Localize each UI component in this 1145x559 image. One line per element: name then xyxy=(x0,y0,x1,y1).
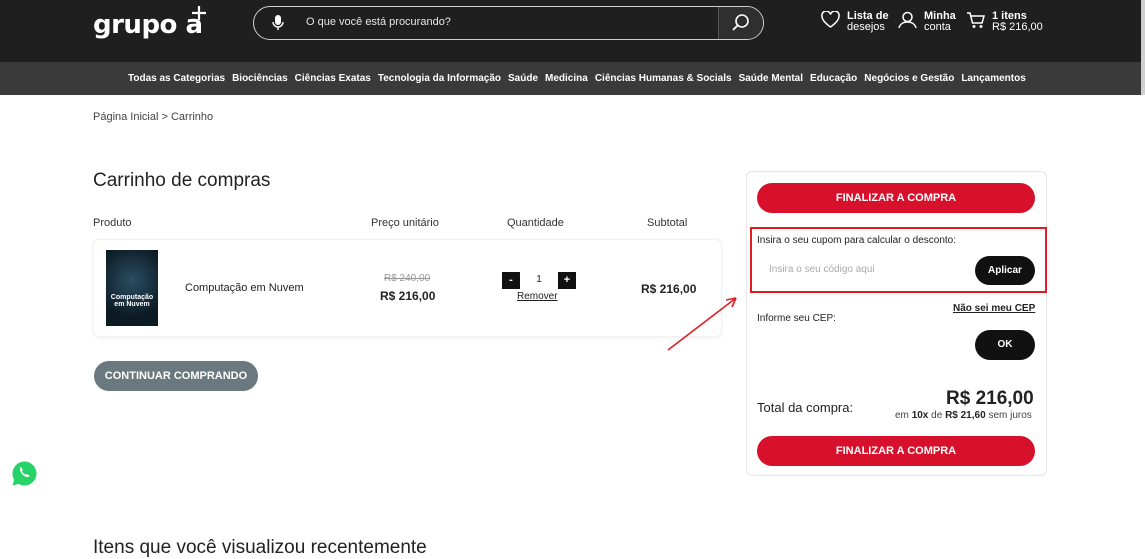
book-cover-title: Computação em Nuvem xyxy=(110,294,154,308)
installments-value: R$ 21,60 xyxy=(945,410,986,421)
page-title: Carrinho de compras xyxy=(93,170,271,191)
quantity-decrease-button[interactable]: - xyxy=(502,272,520,289)
cart-icon xyxy=(967,12,985,28)
checkout-button-top[interactable]: FINALIZAR A COMPRA xyxy=(757,183,1035,213)
user-icon xyxy=(898,11,917,29)
checkout-button-bottom[interactable]: FINALIZAR A COMPRA xyxy=(757,436,1035,466)
header-subtotal: Subtotal xyxy=(647,217,688,229)
menu-item-educacao[interactable]: Educação xyxy=(810,73,857,84)
cart-total: R$ 216,00 xyxy=(992,21,1043,33)
category-menu: Todas as Categorias Biociências Ciências… xyxy=(128,73,1026,84)
microphone-icon[interactable] xyxy=(272,15,284,31)
menu-item-lancamentos[interactable]: Lançamentos xyxy=(961,73,1025,84)
search-button[interactable] xyxy=(718,7,763,39)
search-input[interactable]: O que você está procurando? xyxy=(306,16,451,28)
header-quantity: Quantidade xyxy=(507,217,564,229)
menu-item-medicina[interactable]: Medicina xyxy=(545,73,588,84)
installments-count: 10x xyxy=(911,410,929,421)
total-label: Total da compra: xyxy=(757,400,854,415)
cep-ok-button[interactable]: OK xyxy=(975,330,1035,360)
wishlist-label-2: desejos xyxy=(847,21,885,33)
heart-icon xyxy=(821,11,840,28)
book-cover-image[interactable]: Computação em Nuvem xyxy=(106,250,158,326)
logo-plus-icon xyxy=(192,6,206,20)
remove-item-link[interactable]: Remover xyxy=(517,291,558,302)
site-logo[interactable]: grupo a xyxy=(93,10,203,40)
menu-item-saude[interactable]: Saúde xyxy=(508,73,538,84)
red-arrow-annotation xyxy=(667,297,737,351)
breadcrumb[interactable]: Página Inicial > Carrinho xyxy=(93,111,213,123)
menu-item-tecnologia-informacao[interactable]: Tecnologia da Informação xyxy=(378,73,501,84)
menu-item-biociencias[interactable]: Biociências xyxy=(232,73,288,84)
account-link[interactable]: Minha conta xyxy=(898,11,956,33)
quantity-increase-button[interactable]: + xyxy=(558,272,576,289)
installments-info: em 10x de R$ 21,60 sem juros xyxy=(895,410,1032,421)
wishlist-link[interactable]: Lista de desejos xyxy=(821,11,889,33)
cep-label: Informe seu CEP: xyxy=(757,313,836,324)
header-product: Produto xyxy=(93,217,132,229)
search-icon xyxy=(732,14,749,31)
installments-mid: de xyxy=(931,410,943,421)
continue-shopping-button[interactable]: CONTINUAR COMPRANDO xyxy=(94,361,258,391)
old-price: R$ 240,00 xyxy=(384,273,431,284)
search-bar[interactable]: O que você está procurando? xyxy=(253,6,764,40)
apply-coupon-button[interactable]: Aplicar xyxy=(975,256,1035,285)
whatsapp-icon[interactable] xyxy=(11,460,38,487)
page-scrollbar[interactable] xyxy=(1141,0,1145,95)
top-header: grupo a O que você está procurando? List… xyxy=(0,0,1145,62)
coupon-label: Insira o seu cupom para calcular o desco… xyxy=(757,235,956,246)
menu-item-negocios-gestao[interactable]: Negócios e Gestão xyxy=(864,73,954,84)
menu-item-saude-mental[interactable]: Saúde Mental xyxy=(739,73,803,84)
coupon-input[interactable]: Insira o seu código aqui xyxy=(769,264,875,275)
unit-price: R$ 216,00 xyxy=(380,289,436,303)
menu-item-todas-categorias[interactable]: Todas as Categorias xyxy=(128,73,225,84)
installments-suffix: sem juros xyxy=(988,410,1032,421)
header-unit-price: Preço unitário xyxy=(371,217,439,229)
product-name[interactable]: Computação em Nuvem xyxy=(185,282,304,294)
quantity-value[interactable]: 1 xyxy=(530,274,548,285)
total-value: R$ 216,00 xyxy=(946,388,1034,409)
cart-link[interactable]: 1 itens R$ 216,00 xyxy=(967,11,1043,33)
cep-input[interactable] xyxy=(757,331,972,359)
recently-viewed-title: Itens que você visualizou recentemente xyxy=(93,537,427,558)
menu-item-ciencias-humanas[interactable]: Ciências Humanas & Socials xyxy=(595,73,732,84)
menu-item-ciencias-exatas[interactable]: Ciências Exatas xyxy=(295,73,371,84)
category-menu-bar: Todas as Categorias Biociências Ciências… xyxy=(0,62,1145,95)
account-label-2: conta xyxy=(924,21,951,33)
unknown-cep-link[interactable]: Não sei meu CEP xyxy=(953,303,1035,314)
installments-prefix: em xyxy=(895,410,909,421)
